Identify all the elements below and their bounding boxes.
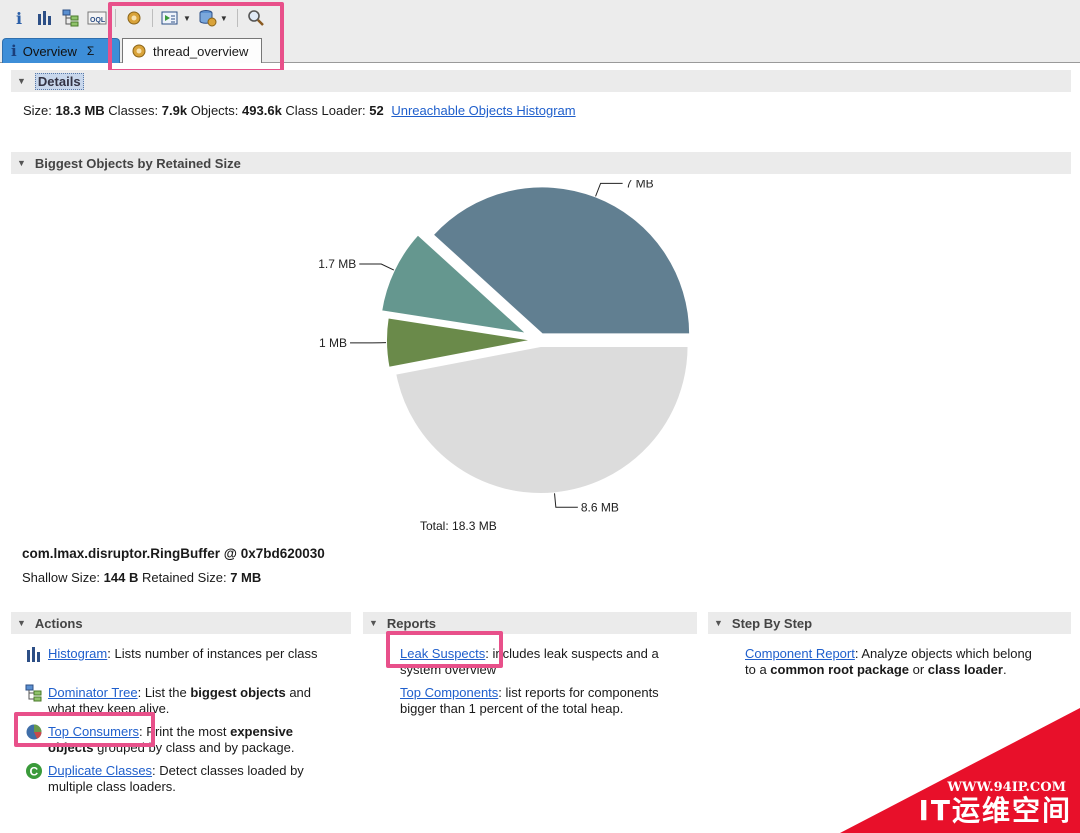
- dominator-tree-icon: [25, 684, 42, 702]
- pie-leader-line: [554, 493, 578, 508]
- gear-icon: [132, 44, 146, 58]
- pie-slice[interactable]: [394, 344, 690, 495]
- component-report-link[interactable]: Component Report: [745, 646, 855, 661]
- objects-label: Objects:: [190, 103, 239, 118]
- histogram-link[interactable]: Histogram: [48, 646, 107, 661]
- reports-section-header[interactable]: ▼ Reports: [363, 612, 697, 634]
- dominator-tree-link[interactable]: Dominator Tree: [48, 685, 138, 700]
- step-component-report: Component Report: Analyze objects which …: [745, 646, 1045, 678]
- dominator-tree-icon[interactable]: [60, 7, 82, 29]
- watermark: WWW.94IP.COM IT运维空间: [840, 708, 1080, 833]
- action-description: grouped by class and by package.: [93, 740, 295, 755]
- details-title: Details: [34, 72, 84, 90]
- tab-thread-overview[interactable]: thread_overview: [122, 38, 262, 63]
- query-browser-icon[interactable]: [197, 7, 219, 29]
- class-loader-value: 52: [369, 103, 384, 118]
- collapse-triangle-icon[interactable]: ▼: [17, 618, 26, 628]
- biggest-objects-section-header[interactable]: ▼ Biggest Objects by Retained Size: [11, 152, 1071, 174]
- biggest-objects-title: Biggest Objects by Retained Size: [34, 155, 241, 171]
- collapse-triangle-icon[interactable]: ▼: [369, 618, 378, 628]
- leak-suspects-link[interactable]: Leak Suspects: [400, 646, 485, 661]
- duplicate-classes-icon: C: [26, 763, 42, 779]
- search-icon[interactable]: [245, 7, 267, 29]
- watermark-brand: IT运维空间: [918, 794, 1072, 827]
- unreachable-objects-histogram-link[interactable]: Unreachable Objects Histogram: [391, 103, 575, 118]
- tab-label: thread_overview: [153, 43, 249, 59]
- toolbar-separator: [152, 9, 153, 27]
- info-icon[interactable]: i: [8, 7, 30, 29]
- action-description: : Print the most: [139, 724, 231, 739]
- reports-title: Reports: [386, 615, 437, 631]
- step-by-step-section-header[interactable]: ▼ Step By Step: [708, 612, 1071, 634]
- histogram-icon: [27, 647, 40, 662]
- svg-text:C: C: [30, 765, 39, 779]
- tab-overview[interactable]: i Overview Σ: [2, 38, 120, 63]
- selected-object-name: com.lmax.disruptor.RingBuffer @ 0x7bd620…: [22, 546, 325, 561]
- pie-chart-icon: [26, 724, 42, 740]
- selected-object-sizes: Shallow Size: 144 B Retained Size: 7 MB: [22, 570, 261, 585]
- classes-label: Classes:: [108, 103, 159, 118]
- info-icon: i: [11, 42, 17, 60]
- step-description-bold: common root package: [770, 662, 909, 677]
- chevron-down-icon[interactable]: ▼: [220, 14, 228, 23]
- thread-overview-icon[interactable]: [123, 7, 145, 29]
- step-description: .: [1002, 662, 1007, 677]
- run-report-icon[interactable]: [160, 7, 182, 29]
- toolbar: i OQL ▼ ▼: [0, 0, 1080, 36]
- toolbar-separator: [236, 9, 238, 27]
- action-histogram: Histogram: Lists number of instances per…: [48, 646, 333, 662]
- pie-slice-label: 8.6 MB: [581, 500, 619, 514]
- collapse-triangle-icon[interactable]: ▼: [17, 158, 26, 168]
- size-label: Size:: [23, 103, 52, 118]
- retained-size-value: 7 MB: [230, 570, 262, 585]
- pie-leader-line: [595, 182, 623, 197]
- collapse-triangle-icon[interactable]: ▼: [714, 618, 723, 628]
- action-description-bold: biggest objects: [190, 685, 286, 700]
- size-value: 18.3 MB: [55, 103, 105, 118]
- pie-total-label: Total: 18.3 MB: [420, 519, 497, 533]
- chevron-down-icon[interactable]: ▼: [183, 14, 191, 23]
- svg-text:OQL: OQL: [90, 17, 106, 24]
- toolbar-separator: [115, 9, 116, 27]
- step-by-step-title: Step By Step: [731, 615, 813, 631]
- pie-slice-label: 1 MB: [319, 336, 347, 350]
- shallow-size-label: Shallow Size:: [22, 570, 101, 585]
- action-description: : List the: [137, 685, 191, 700]
- report-leak-suspects: Leak Suspects: includes leak suspects an…: [400, 646, 685, 678]
- retained-size-pie-chart[interactable]: 7 MB 1.7 MB 1 MB 8.6 MB: [300, 180, 780, 525]
- histogram-icon[interactable]: [34, 7, 56, 29]
- pie-slice-label: 1.7 MB: [318, 257, 356, 271]
- actions-section-header[interactable]: ▼ Actions: [11, 612, 351, 634]
- details-section-header[interactable]: ▼ Details: [11, 70, 1071, 92]
- action-description: : Lists number of instances per class: [107, 646, 318, 661]
- details-summary: Size: 18.3 MB Classes: 7.9k Objects: 493…: [23, 103, 576, 118]
- class-loader-label: Class Loader:: [285, 103, 366, 118]
- objects-value: 493.6k: [242, 103, 282, 118]
- top-components-link[interactable]: Top Components: [400, 685, 498, 700]
- collapse-triangle-icon[interactable]: ▼: [17, 76, 26, 86]
- action-duplicate-classes: Duplicate Classes: Detect classes loaded…: [48, 763, 348, 795]
- close-icon[interactable]: Σ: [87, 44, 94, 58]
- tab-label: Overview: [22, 43, 77, 59]
- oql-icon[interactable]: OQL: [86, 7, 108, 29]
- action-top-consumers: Top Consumers: Print the most expensive …: [48, 724, 333, 756]
- shallow-size-value: 144 B: [103, 570, 139, 585]
- action-dominator-tree: Dominator Tree: List the biggest objects…: [48, 685, 333, 717]
- classes-value: 7.9k: [161, 103, 188, 118]
- pie-leader-line: [359, 263, 395, 271]
- pie-slice-label: 7 MB: [626, 180, 654, 190]
- duplicate-classes-link[interactable]: Duplicate Classes: [48, 763, 152, 778]
- retained-size-label: Retained Size:: [142, 570, 227, 585]
- editor-tab-bar: i Overview Σ thread_overview: [0, 36, 1080, 63]
- top-consumers-link[interactable]: Top Consumers: [48, 724, 139, 739]
- actions-title: Actions: [34, 615, 83, 631]
- report-top-components: Top Components: list reports for compone…: [400, 685, 685, 717]
- step-description-bold: class loader: [927, 662, 1003, 677]
- step-description: or: [909, 662, 928, 677]
